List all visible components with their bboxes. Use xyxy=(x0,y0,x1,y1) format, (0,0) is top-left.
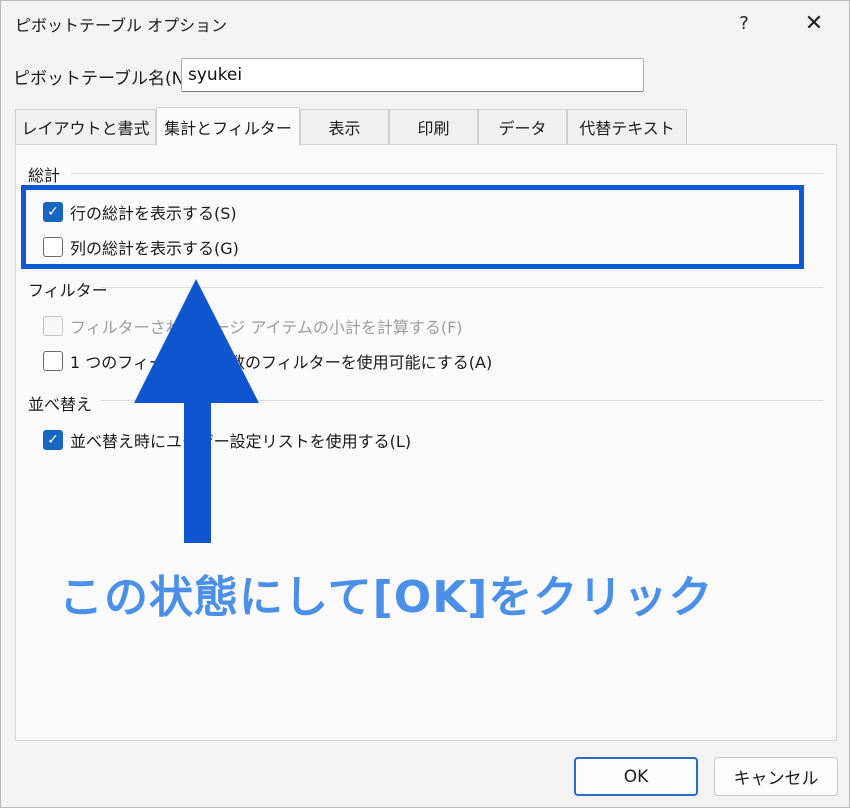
tab-display[interactable]: 表示 xyxy=(300,109,389,144)
checkbox-custom-lists[interactable]: ✓ xyxy=(43,430,63,450)
cancel-button[interactable]: キャンセル xyxy=(714,757,838,796)
section-divider xyxy=(71,173,823,174)
help-icon[interactable]: ? xyxy=(721,1,767,45)
section-divider xyxy=(101,287,823,288)
ok-button[interactable]: OK xyxy=(574,757,698,796)
tab-printing[interactable]: 印刷 xyxy=(389,109,478,144)
option-label: 並べ替え時にユーザー設定リストを使用する(L) xyxy=(70,432,412,451)
option-label: フィルターされたページ アイテムの小計を計算する(F) xyxy=(70,318,463,337)
tab-totals-filters[interactable]: 集計とフィルター xyxy=(156,107,300,146)
annotation-callout: この状態にして[OK]をクリック xyxy=(59,572,714,623)
option-custom-lists[interactable]: ✓ 並べ替え時にユーザー設定リストを使用する(L) xyxy=(43,428,411,452)
checkbox-subtotal-filtered xyxy=(43,316,63,336)
close-icon[interactable]: ✕ xyxy=(791,1,837,45)
highlight-frame xyxy=(21,185,804,269)
section-title-filters: フィルター xyxy=(28,281,108,300)
pivot-name-label: ピボットテーブル名(N): xyxy=(13,69,197,89)
checkbox-multiple-filters[interactable] xyxy=(43,351,63,371)
pivot-name-input[interactable] xyxy=(181,58,644,92)
tab-data[interactable]: データ xyxy=(478,109,567,144)
option-subtotal-filtered: フィルターされたページ アイテムの小計を計算する(F) xyxy=(43,314,463,338)
option-multiple-filters[interactable]: 1 つのフィールドで複数のフィルターを使用可能にする(A) xyxy=(43,349,492,373)
option-label: 1 つのフィールドで複数のフィルターを使用可能にする(A) xyxy=(70,353,493,372)
tab-layout-format[interactable]: レイアウトと書式 xyxy=(15,109,156,144)
tab-alt-text[interactable]: 代替テキスト xyxy=(567,109,687,144)
section-title-totals: 総計 xyxy=(28,166,61,185)
section-divider xyxy=(101,400,823,401)
title-bar: ピボットテーブル オプション ? ✕ xyxy=(1,1,849,45)
pivot-options-dialog: ピボットテーブル オプション ? ✕ ピボットテーブル名(N): レイアウトと書… xyxy=(0,0,850,808)
dialog-title: ピボットテーブル オプション xyxy=(15,16,228,35)
section-title-sort: 並べ替え xyxy=(28,395,93,414)
